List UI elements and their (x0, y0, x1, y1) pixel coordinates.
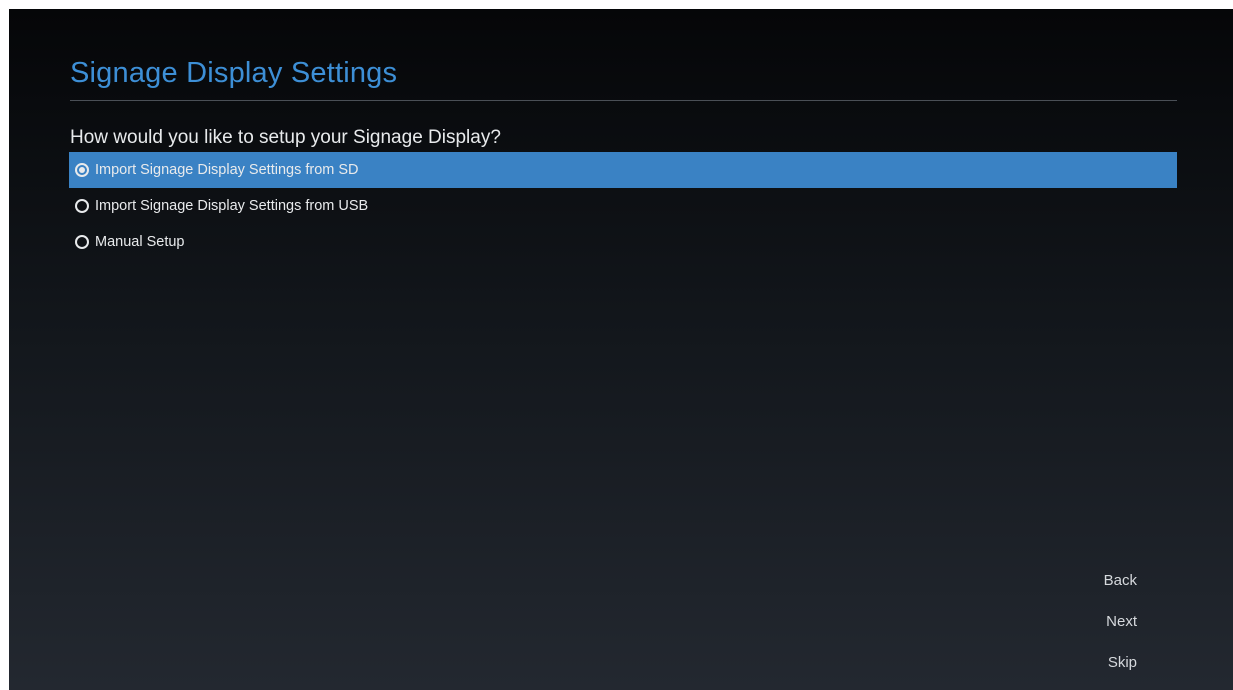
page-title: Signage Display Settings (70, 57, 398, 89)
radio-selected-icon (75, 163, 89, 177)
back-button[interactable]: Back (1104, 572, 1137, 589)
next-button[interactable]: Next (1106, 613, 1137, 630)
option-label: Manual Setup (95, 234, 185, 250)
setup-screen: Signage Display Settings How would you l… (9, 9, 1233, 690)
setup-options-list: Import Signage Display Settings from SD … (69, 152, 1177, 260)
radio-unselected-icon (75, 199, 89, 213)
skip-button[interactable]: Skip (1108, 654, 1137, 671)
option-import-sd[interactable]: Import Signage Display Settings from SD (69, 152, 1177, 188)
option-label: Import Signage Display Settings from SD (95, 162, 359, 178)
option-label: Import Signage Display Settings from USB (95, 198, 369, 214)
title-divider (70, 100, 1177, 101)
option-manual-setup[interactable]: Manual Setup (69, 224, 1177, 260)
setup-question: How would you like to setup your Signage… (70, 127, 501, 148)
radio-unselected-icon (75, 235, 89, 249)
option-import-usb[interactable]: Import Signage Display Settings from USB (69, 188, 1177, 224)
